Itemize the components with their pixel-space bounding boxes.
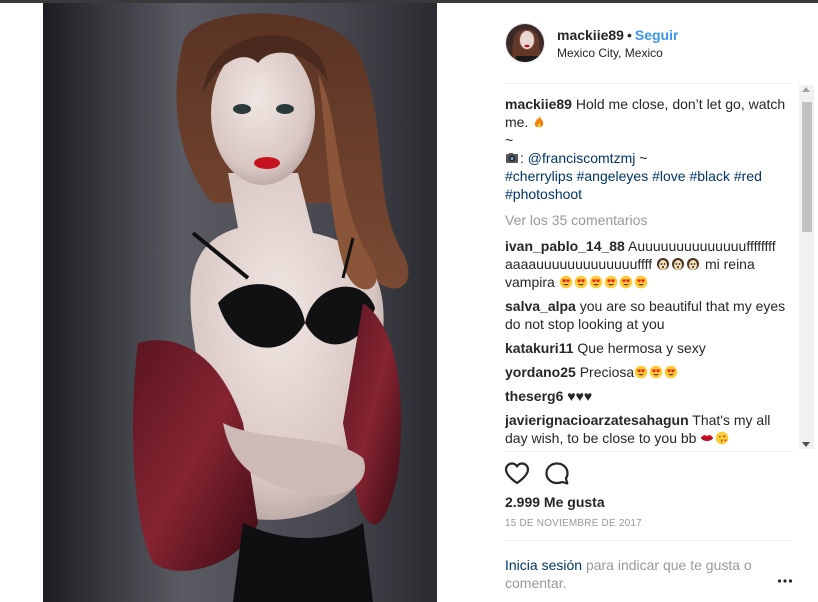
hashtag-link[interactable]: #photoshoot (505, 186, 582, 202)
ghost-face-emoji-icon (657, 258, 670, 270)
scroll-up-arrow-icon[interactable] (802, 87, 810, 92)
avatar[interactable] (505, 23, 545, 63)
post-date: 15 DE NOVIEMBRE DE 2017 (505, 518, 642, 529)
caption-username[interactable]: mackiie89 (505, 96, 572, 112)
fire-emoji-icon (535, 116, 544, 128)
comment-username[interactable]: javierignacioarzatesahagun (505, 412, 689, 428)
comment-username[interactable]: theserg6 (505, 388, 563, 404)
divider (505, 451, 792, 452)
separator-dot: • (626, 27, 632, 43)
scrollbar-thumb[interactable] (802, 102, 812, 232)
kiss-lips-emoji-icon (701, 435, 714, 441)
comment-item: salva_alpa you are so beautiful that my … (505, 297, 795, 333)
hashtags: #cherrylips #angeleyes #love #black #red… (505, 167, 795, 203)
post-caption: mackiie89 Hold me close, don’t let go, w… (505, 95, 795, 203)
heart-eyes-emoji-icon (634, 275, 647, 289)
hashtag-link[interactable]: #red (734, 168, 762, 184)
follow-button[interactable]: Seguir (635, 27, 679, 43)
more-options-button[interactable] (777, 572, 793, 583)
heart-eyes-emoji-icon (649, 365, 663, 379)
scroll-down-arrow-icon[interactable] (802, 442, 810, 447)
comment-username[interactable]: yordano25 (505, 364, 576, 380)
header-title-row: mackiie89 • Seguir (557, 27, 678, 45)
divider (505, 540, 792, 541)
comments-scrollbar[interactable] (799, 85, 814, 449)
heart-eyes-row (559, 274, 649, 290)
heart-eyes-emoji-icon (589, 275, 602, 289)
heart-eyes-emoji-icon (619, 275, 632, 289)
hashtag-link[interactable]: #love (652, 168, 685, 184)
post-username[interactable]: mackiie89 (557, 27, 624, 43)
credit-separator: : (520, 150, 524, 166)
comment-text: Que hermosa y sexy (577, 340, 706, 356)
heart-eyes-emoji-icon (559, 275, 572, 289)
more-options-icon (777, 579, 793, 583)
divider (505, 83, 792, 84)
camera-emoji-icon (506, 153, 518, 163)
comment-text: ♥♥♥ (567, 388, 593, 404)
comment-username[interactable]: salva_alpa (505, 298, 576, 314)
heart-outline-icon (504, 462, 530, 485)
login-prompt: Inicia sesión para indicar que te gusta … (505, 556, 775, 592)
heart-eyes-emoji-icon (604, 275, 617, 289)
comment-item: katakuri11 Que hermosa y sexy (505, 339, 795, 357)
comment-item: yordano25 Preciosa (505, 363, 795, 381)
view-all-comments-link[interactable]: Ver los 35 comentarios (505, 211, 795, 229)
heart-eyes-emoji-icon (574, 275, 587, 289)
kissing-face-emoji-icon (716, 431, 729, 445)
credit-tilde: ~ (639, 150, 648, 166)
speech-bubble-icon (545, 462, 569, 485)
ghost-face-emoji-icon (672, 258, 685, 270)
ghost-face-emoji-icon (687, 258, 700, 270)
hashtag-link[interactable]: #cherrylips (505, 168, 573, 184)
heart-eyes-emoji-icon (664, 365, 678, 379)
caption-tilde: ~ (505, 132, 514, 148)
comment-username[interactable]: katakuri11 (505, 340, 574, 356)
login-link[interactable]: Inicia sesión (505, 557, 582, 573)
comment-item: javierignacioarzatesahagun That's my all… (505, 411, 795, 447)
likes-count[interactable]: 2.999 Me gusta (505, 494, 605, 510)
comment-username[interactable]: ivan_pablo_14_88 (505, 238, 625, 254)
post-location[interactable]: Mexico City, Mexico (557, 46, 663, 60)
post-photo[interactable] (43, 3, 437, 602)
hashtag-link[interactable]: #black (689, 168, 729, 184)
comments-list[interactable]: mackiie89 Hold me close, don’t let go, w… (505, 95, 795, 447)
comment-item: theserg6 ♥♥♥ (505, 387, 795, 405)
post-sidebar: mackiie89 • Seguir Mexico City, Mexico mac… (437, 3, 818, 602)
like-button[interactable] (503, 460, 531, 488)
comment-item: ivan_pablo_14_88 Auuuuuuuuuuuuuuffffffff… (505, 237, 795, 291)
comment-button[interactable] (543, 460, 571, 488)
credit-handle-link[interactable]: @franciscomtzmj (528, 150, 636, 166)
hashtag-link[interactable]: #angeleyes (577, 168, 649, 184)
comment-text: Preciosa (579, 364, 635, 380)
heart-eyes-emoji-icon (634, 365, 648, 379)
